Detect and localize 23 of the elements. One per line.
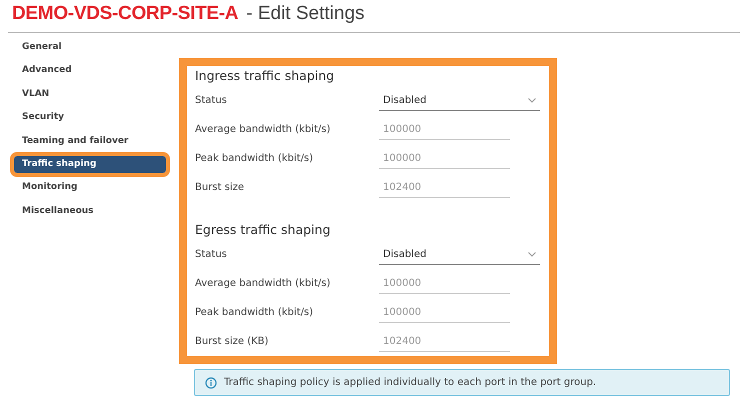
section-heading: Ingress traffic shaping [195, 67, 336, 85]
status-dropdown[interactable]: Disabled [379, 244, 540, 264]
field-label: Burst size [195, 181, 246, 195]
field-label: Burst size (KB) [195, 335, 270, 349]
field-label: Peak bandwidth (kbit/s) [195, 306, 314, 320]
sidebar-item[interactable]: Monitoring [14, 179, 166, 196]
sidebar-item[interactable]: Teaming and failover [14, 132, 166, 150]
field-label: Peak bandwidth (kbit/s) [195, 152, 314, 166]
info-text: Traffic shaping policy is applied individually to each port in the port group. [224, 376, 596, 390]
field-label: Average bandwidth (kbit/s) [195, 123, 332, 137]
sidebar-item[interactable]: Miscellaneous [14, 202, 166, 220]
section-heading: Egress traffic shaping [195, 221, 332, 239]
sidebar-item[interactable]: General [14, 39, 166, 56]
sidebar-item[interactable]: Security [14, 109, 166, 126]
sidebar-item[interactable]: Advanced [14, 62, 166, 80]
field-label: Status [195, 248, 228, 262]
field-label: Status [195, 94, 228, 108]
object-name: DEMO-VDS-CORP-SITE-A [12, 3, 238, 25]
sidebar-item[interactable]: Traffic shaping [14, 156, 166, 173]
dialog-title: - Edit Settings [246, 3, 365, 25]
sidebar-item[interactable]: VLAN [14, 86, 166, 103]
status-dropdown[interactable]: Disabled [379, 90, 540, 110]
field-label: Average bandwidth (kbit/s) [195, 277, 332, 291]
